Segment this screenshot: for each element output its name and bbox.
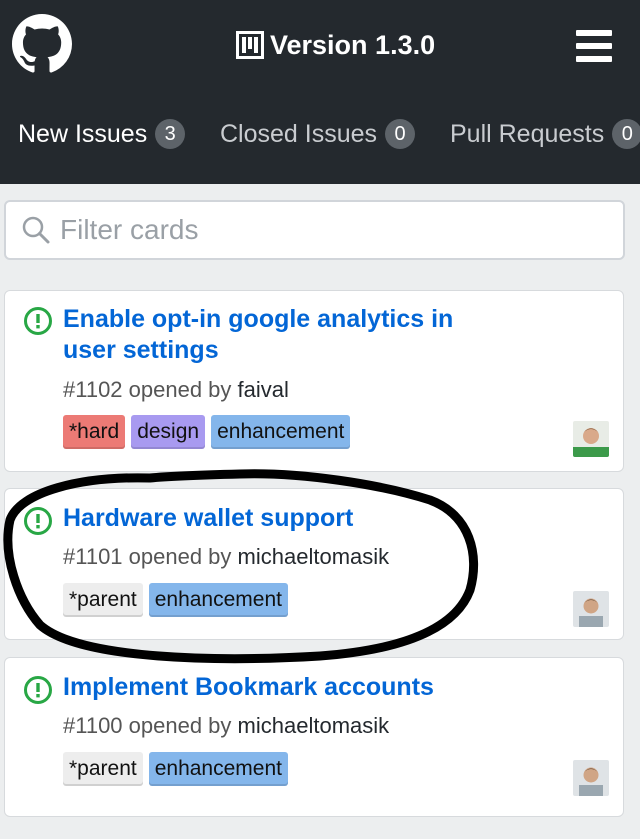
tab-label: Pull Requests — [450, 119, 605, 148]
assignee-avatar[interactable] — [573, 760, 609, 796]
tab-count-badge: 3 — [155, 119, 186, 149]
issue-meta: #1101 opened by michaeltomasik — [63, 544, 389, 570]
filter-cards-input[interactable] — [60, 214, 600, 246]
tab-new-issues[interactable]: New Issues 3 — [18, 112, 186, 156]
label-hard[interactable]: *hard — [63, 415, 126, 449]
tab-closed-issues[interactable]: Closed Issues 0 — [220, 112, 416, 156]
github-octocat-icon[interactable] — [12, 14, 72, 74]
tab-label: Closed Issues — [220, 119, 378, 148]
issue-number-text: #1102 opened by — [63, 377, 232, 402]
issue-labels: *parent enhancement — [63, 583, 288, 617]
avatar-image — [573, 421, 609, 457]
issue-author[interactable]: michaeltomasik — [238, 713, 390, 738]
open-issue-icon — [24, 676, 52, 704]
label-enhancement[interactable]: enhancement — [148, 583, 288, 617]
tab-label: New Issues — [18, 119, 148, 148]
avatar-image — [573, 760, 609, 796]
project-version-title[interactable]: Version 1.3.0 — [236, 28, 435, 62]
tab-pull-requests[interactable]: Pull Requests 0 — [450, 112, 640, 156]
issue-labels: *parent enhancement — [63, 752, 288, 786]
issue-tabs: New Issues 3 Closed Issues 0 Pull Reques… — [0, 112, 640, 156]
issue-labels: *hard design enhancement — [63, 415, 351, 449]
version-label: Version 1.3.0 — [270, 29, 436, 60]
tab-count-badge: 0 — [385, 119, 416, 149]
issue-author[interactable]: faival — [238, 377, 289, 402]
issue-number-text: #1101 opened by — [63, 544, 232, 569]
open-issue-icon — [24, 507, 52, 535]
issue-meta: #1100 opened by michaeltomasik — [63, 713, 389, 739]
issue-title-link[interactable]: Enable opt-in google analytics in user s… — [63, 304, 513, 366]
issue-card[interactable]: Implement Bookmark accounts #1100 opened… — [4, 657, 624, 817]
assignee-avatar[interactable] — [573, 421, 609, 457]
tab-count-badge: 0 — [612, 119, 640, 149]
search-icon — [22, 216, 50, 244]
label-parent[interactable]: *parent — [63, 752, 143, 786]
label-design[interactable]: design — [131, 415, 206, 449]
issue-author[interactable]: michaeltomasik — [238, 544, 390, 569]
issue-title-link[interactable]: Hardware wallet support — [63, 503, 513, 534]
open-issue-icon — [24, 307, 52, 335]
label-enhancement[interactable]: enhancement — [148, 752, 288, 786]
app-header: Version 1.3.0 New Issues 3 Closed Issues… — [0, 0, 640, 184]
issue-card[interactable]: Hardware wallet support #1101 opened by … — [4, 488, 624, 640]
label-enhancement[interactable]: enhancement — [211, 415, 351, 449]
assignee-avatar[interactable] — [573, 591, 609, 627]
filter-cards-box[interactable] — [4, 200, 625, 260]
issue-number-text: #1100 opened by — [63, 713, 232, 738]
project-board-icon — [236, 31, 264, 59]
avatar-image — [573, 591, 609, 627]
issue-card[interactable]: Enable opt-in google analytics in user s… — [4, 290, 624, 472]
issue-title-link[interactable]: Implement Bookmark accounts — [63, 672, 513, 703]
label-parent[interactable]: *parent — [63, 583, 143, 617]
issue-meta: #1102 opened by faival — [63, 377, 289, 403]
hamburger-menu-icon[interactable] — [576, 30, 612, 62]
